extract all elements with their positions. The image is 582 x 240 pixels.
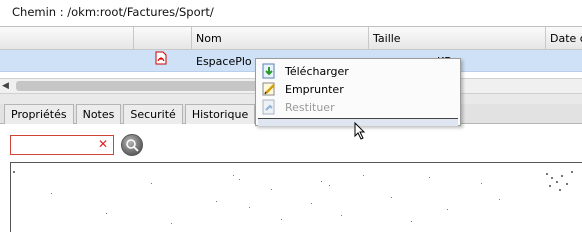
search-button[interactable] bbox=[121, 134, 143, 156]
grid-header: Nom Taille Date c bbox=[0, 26, 582, 50]
scatter-dots bbox=[13, 171, 573, 224]
column-header-size[interactable]: Taille bbox=[369, 27, 546, 49]
menu-item-checkout[interactable]: Emprunter bbox=[256, 80, 460, 98]
tab-history[interactable]: Historique bbox=[184, 104, 256, 124]
menu-item-download[interactable]: Télécharger bbox=[256, 62, 460, 80]
path-label: Chemin : /okm:root/Factures/Sport/ bbox=[12, 5, 214, 19]
tab-properties[interactable]: Propriétés bbox=[4, 104, 74, 124]
row-cell-1 bbox=[0, 50, 134, 71]
path-bar: Chemin : /okm:root/Factures/Sport/ bbox=[0, 0, 582, 26]
search-field[interactable]: ✕ bbox=[10, 135, 114, 155]
column-header-name[interactable]: Nom bbox=[192, 27, 369, 49]
column-header-1[interactable] bbox=[0, 27, 134, 49]
tab-notes[interactable]: Notes bbox=[75, 104, 122, 124]
menu-item-label: Restituer bbox=[285, 100, 335, 114]
menu-item-checkin[interactable]: Restituer bbox=[256, 98, 460, 116]
scroll-left-icon[interactable]: ◀ bbox=[2, 81, 14, 91]
search-icon bbox=[126, 139, 139, 152]
tab-security[interactable]: Securité bbox=[123, 104, 183, 124]
download-icon bbox=[262, 63, 275, 79]
clear-icon[interactable]: ✕ bbox=[98, 137, 108, 151]
document-browser: Chemin : /okm:root/Factures/Sport/ Nom T… bbox=[0, 0, 582, 232]
search-input[interactable] bbox=[11, 136, 95, 154]
menu-item-label: Emprunter bbox=[285, 82, 344, 96]
column-header-date[interactable]: Date c bbox=[546, 27, 582, 49]
context-menu: Télécharger Emprunter Restituer bbox=[255, 58, 461, 126]
preview-canvas bbox=[10, 162, 582, 232]
scroll-thumb[interactable] bbox=[16, 81, 266, 91]
pdf-icon bbox=[155, 51, 167, 65]
column-header-2[interactable] bbox=[134, 27, 192, 49]
mouse-cursor-icon bbox=[354, 122, 366, 140]
checkout-icon bbox=[262, 82, 275, 96]
row-cell-icon bbox=[134, 50, 192, 71]
properties-panel: ✕ bbox=[0, 124, 582, 232]
menu-item-label: Télécharger bbox=[285, 64, 349, 78]
row-cell-date bbox=[546, 50, 582, 71]
checkin-icon bbox=[262, 99, 275, 115]
